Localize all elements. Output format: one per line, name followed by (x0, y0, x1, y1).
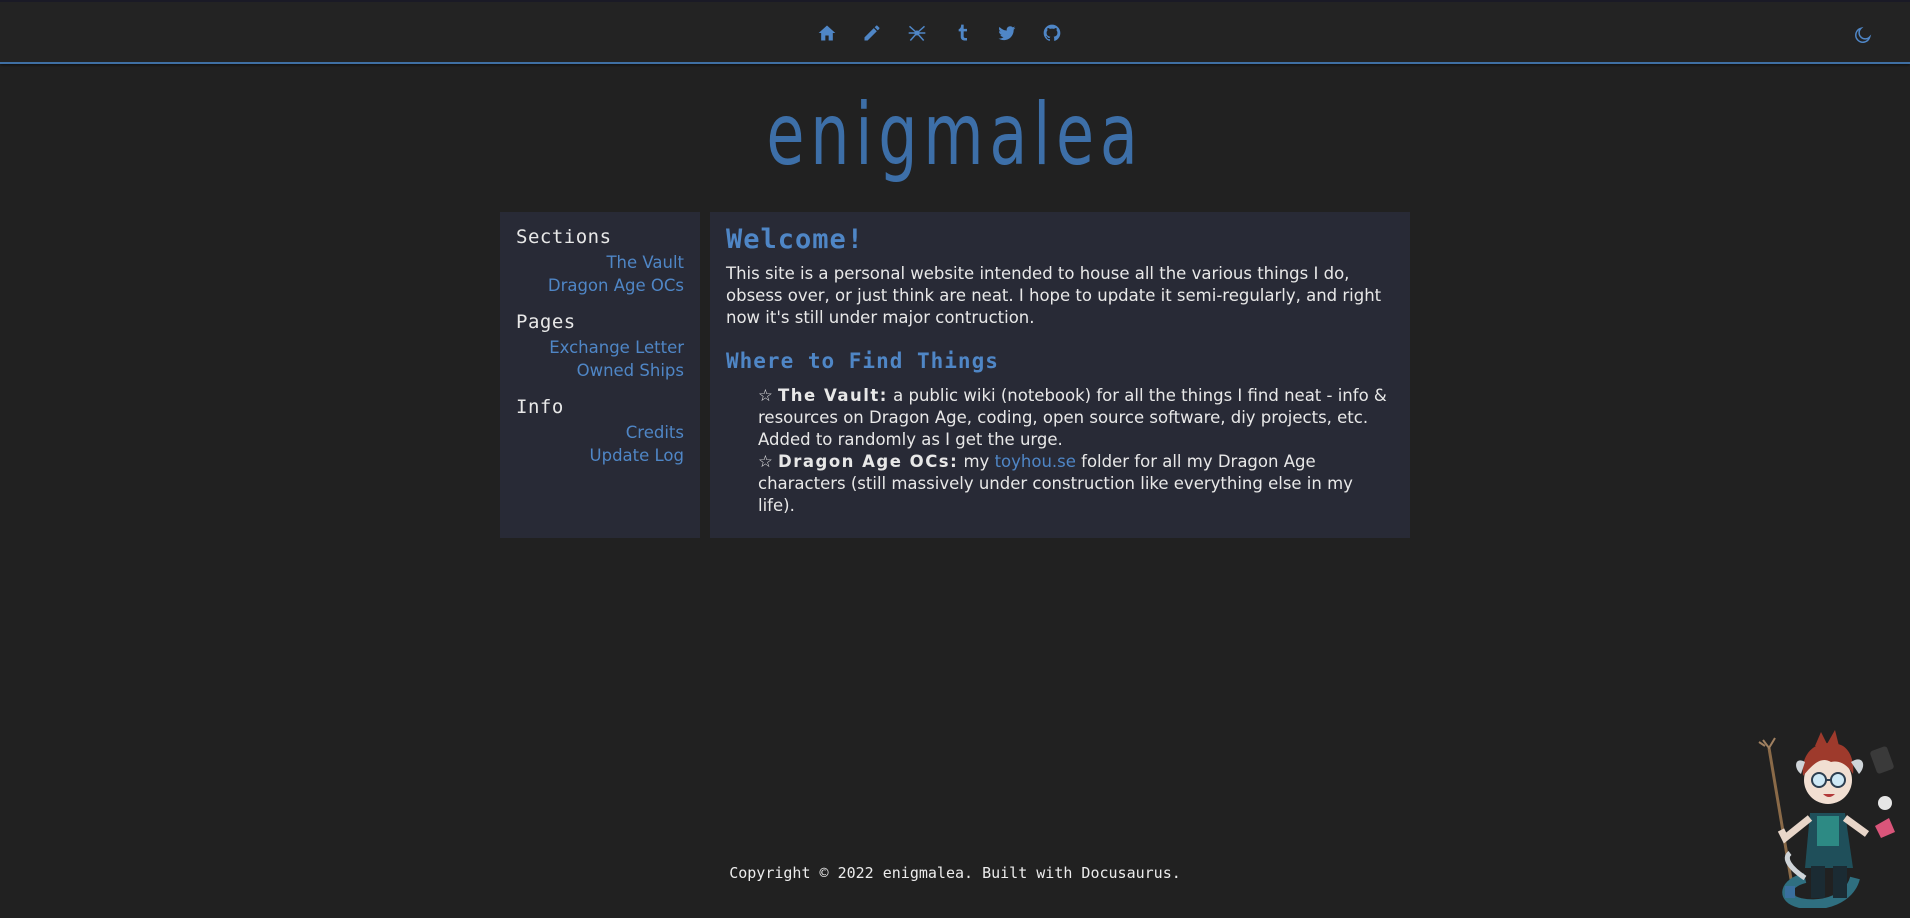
sidebar-link-owned-ships[interactable]: Owned Ships (516, 359, 684, 382)
item-text: my (958, 452, 995, 471)
sidebar-group-pages: Pages Exchange Letter Owned Ships (516, 311, 684, 382)
find-things-heading: Where to Find Things (726, 349, 999, 373)
mascot-character-image (1755, 718, 1905, 910)
nav-icon-bar (814, 20, 1065, 46)
moon-icon[interactable] (1850, 22, 1876, 48)
item-title: The Vault: (778, 386, 888, 405)
star-icon: ☆ (758, 386, 773, 405)
home-icon[interactable] (814, 20, 840, 46)
sidebar-group-info: Info Credits Update Log (516, 396, 684, 467)
main-content: Welcome! This site is a personal website… (710, 212, 1410, 538)
sidebar-group-sections: Sections The Vault Dragon Age OCs (516, 226, 684, 297)
item-title: Dragon Age OCs: (778, 452, 959, 471)
twitter-icon[interactable] (994, 20, 1020, 46)
top-navbar (0, 0, 1910, 64)
welcome-heading: Welcome! (726, 224, 865, 255)
things-list: ☆ The Vault: a public wiki (notebook) fo… (726, 385, 1394, 517)
sidebar: Sections The Vault Dragon Age OCs Pages … (500, 212, 700, 538)
sidebar-link-update-log[interactable]: Update Log (516, 444, 684, 467)
sidebar-heading: Info (516, 396, 564, 418)
sidebar-link-credits[interactable]: Credits (516, 421, 684, 444)
star-icon: ☆ (758, 452, 773, 471)
sidebar-heading: Sections (516, 226, 612, 248)
sidebar-heading: Pages (516, 311, 576, 333)
intro-paragraph: This site is a personal website intended… (726, 264, 1382, 327)
spider-icon[interactable] (904, 20, 930, 46)
footer-copyright: Copyright © 2022 enigmalea. Built with D… (729, 864, 1181, 882)
github-icon[interactable] (1039, 20, 1065, 46)
sidebar-link-exchange-letter[interactable]: Exchange Letter (516, 336, 684, 359)
site-title: enigmalea (766, 85, 1144, 185)
pencil-icon[interactable] (859, 20, 885, 46)
sidebar-link-the-vault[interactable]: The Vault (516, 251, 684, 274)
sidebar-link-dragon-age-ocs[interactable]: Dragon Age OCs (516, 274, 684, 297)
toyhouse-link[interactable]: toyhou.se (995, 452, 1076, 471)
list-item: ☆ Dragon Age OCs: my toyhou.se folder fo… (758, 451, 1394, 517)
tumblr-icon[interactable] (949, 20, 975, 46)
list-item: ☆ The Vault: a public wiki (notebook) fo… (758, 385, 1394, 451)
